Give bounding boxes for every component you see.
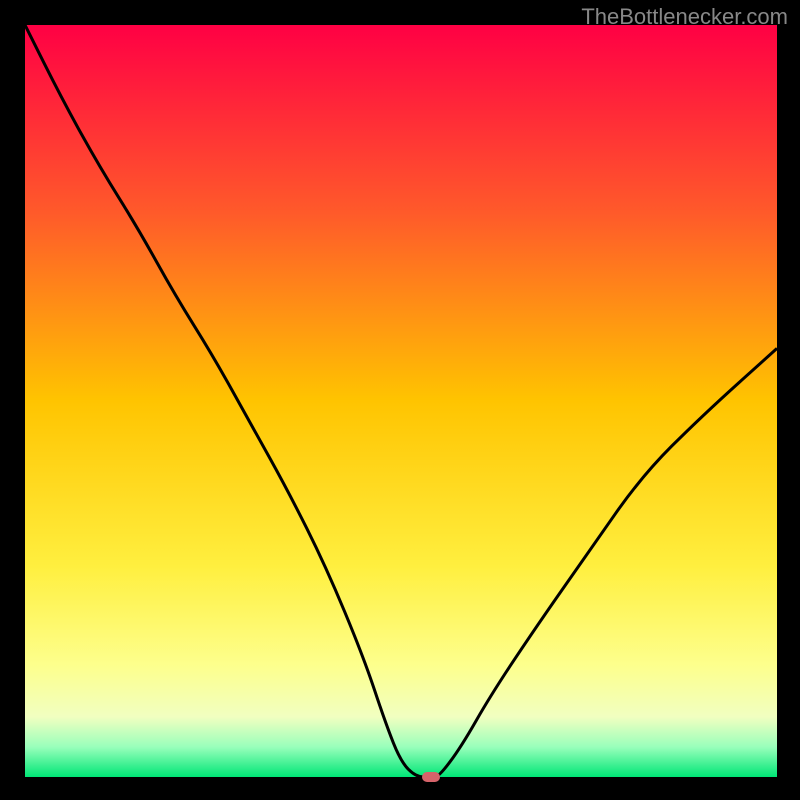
chart-background	[25, 25, 777, 777]
chart-area	[25, 25, 777, 777]
chart-svg	[25, 25, 777, 777]
minimum-marker	[422, 772, 440, 782]
watermark: TheBottlenecker.com	[581, 4, 788, 30]
